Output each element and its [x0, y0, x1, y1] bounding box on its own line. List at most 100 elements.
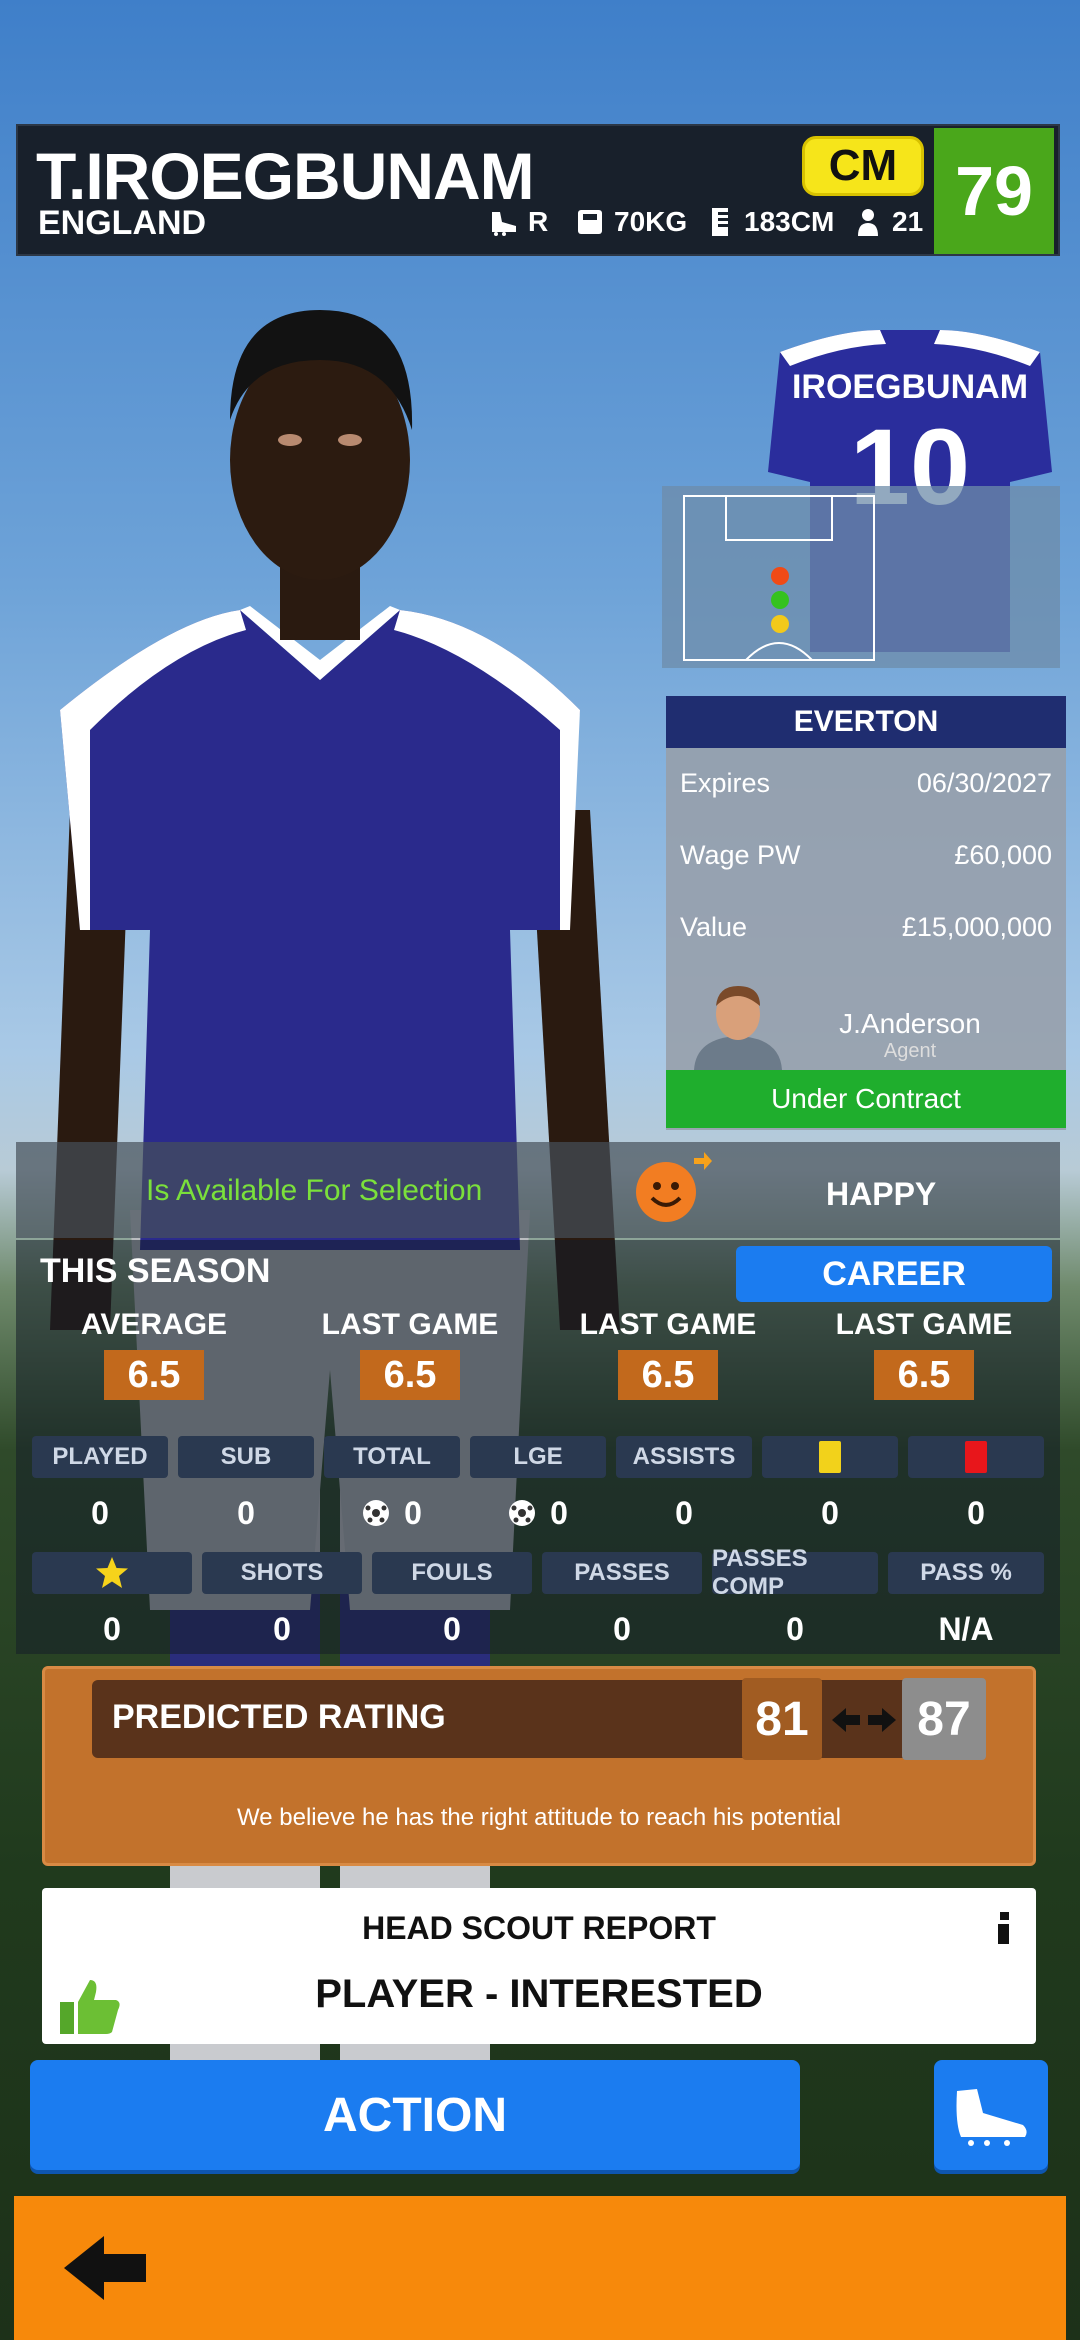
predicted-rating-note: We believe he has the right attitude to … — [237, 1804, 841, 1831]
ball-icon — [363, 1500, 390, 1526]
mood-arrow-icon — [694, 1152, 712, 1170]
assists-cell: ASSISTS 0 — [616, 1436, 752, 1560]
sub-cell: SUB 0 — [178, 1436, 314, 1560]
sub-header: SUB — [178, 1436, 314, 1478]
agent-role: Agent — [883, 1040, 937, 1062]
weight-value: 70KG — [614, 206, 688, 237]
foot-stat: R — [488, 206, 548, 238]
contract-status: Under Contract — [666, 1070, 1066, 1128]
played-header: PLAYED — [32, 1436, 168, 1478]
value-row: Value £15,000,000 — [680, 912, 1052, 943]
passes-value: 0 — [613, 1610, 631, 1647]
lge-header: LGE — [470, 1436, 606, 1478]
predicted-rating-label: PREDICTED RATING — [112, 1698, 446, 1736]
red-cards-cell: 0 — [908, 1436, 1044, 1560]
pass-percent-value: N/A — [938, 1610, 994, 1647]
position-pitch-map — [662, 486, 1060, 668]
predicted-rating-low: 81 — [742, 1678, 822, 1760]
position-dot — [771, 615, 789, 633]
red-cards-value: 0 — [967, 1494, 985, 1531]
expires-row: Expires 06/30/2027 — [680, 768, 1052, 799]
back-arrow-icon[interactable] — [60, 2232, 150, 2304]
expires-label: Expires — [680, 768, 771, 798]
passes-comp-cell: PASSES COMP 0 — [712, 1545, 878, 1676]
sub-value: 0 — [237, 1494, 255, 1531]
motm-cell: 0 — [32, 1552, 192, 1676]
action-button[interactable]: ACTION — [30, 2060, 800, 2170]
shots-cell: SHOTS 0 — [202, 1552, 362, 1676]
shirt-name: IROEGBUNAM — [792, 368, 1028, 406]
smiley-icon — [636, 1162, 696, 1222]
passes-header: PASSES — [542, 1552, 702, 1594]
fouls-cell: FOULS 0 — [372, 1552, 532, 1676]
average-rating: AVERAGE 6.5 — [34, 1308, 274, 1400]
boot-icon — [492, 212, 516, 236]
passes-comp-header: PASSES COMP — [712, 1545, 878, 1600]
red-card-icon — [965, 1441, 987, 1473]
scout-report-title: HEAD SCOUT REPORT — [362, 1910, 716, 1946]
wage-value: £60,000 — [954, 840, 1052, 870]
double-arrow-icon — [832, 1708, 896, 1732]
fouls-header: FOULS — [372, 1552, 532, 1594]
boot-icon — [956, 2089, 1027, 2146]
ruler-icon — [712, 208, 728, 236]
fouls-value: 0 — [443, 1610, 461, 1647]
played-value: 0 — [91, 1494, 109, 1531]
total-value: 0 — [404, 1494, 422, 1531]
yellow-cards-value: 0 — [821, 1494, 839, 1531]
info-icon[interactable] — [996, 1912, 1012, 1944]
overall-rating: 79 — [934, 128, 1054, 254]
assists-value: 0 — [675, 1494, 693, 1531]
player-name: T.IROEGBUNAM — [36, 139, 535, 213]
value-value: £15,000,000 — [901, 912, 1052, 942]
boot-button[interactable] — [934, 2060, 1048, 2170]
thumbs-up-icon — [60, 1980, 120, 2034]
career-button[interactable]: CAREER — [736, 1246, 1052, 1302]
played-cell: PLAYED 0 — [32, 1436, 168, 1560]
passes-cell: PASSES 0 — [542, 1552, 702, 1676]
last-game-label: LAST GAME — [579, 1308, 757, 1341]
person-icon — [858, 209, 878, 236]
last-game-label: LAST GAME — [321, 1308, 499, 1341]
bottom-nav-bar — [14, 2196, 1066, 2340]
agent-name: J.Anderson — [839, 1008, 981, 1039]
mood-text: HAPPY — [826, 1176, 937, 1212]
pass-percent-header: PASS % — [888, 1552, 1044, 1594]
shots-value: 0 — [273, 1610, 291, 1647]
position-dot — [771, 591, 789, 609]
last-game-rating: LAST GAME 6.5 — [548, 1308, 788, 1400]
age-stat: 21 — [852, 206, 923, 238]
foot-value: R — [528, 206, 549, 237]
wage-label: Wage PW — [680, 840, 801, 870]
weight-stat: 70KG — [574, 206, 687, 238]
yellow-cards-cell: 0 — [762, 1436, 898, 1560]
pass-percent-cell: PASS % N/A — [888, 1552, 1044, 1676]
lge-value: 0 — [550, 1494, 568, 1531]
value-label: Value — [680, 912, 748, 942]
total-goals-cell: TOTAL 0 — [324, 1436, 460, 1560]
player-nation: ENGLAND — [38, 204, 207, 242]
ball-icon — [509, 1500, 536, 1526]
last-game-label: LAST GAME — [835, 1308, 1013, 1341]
predicted-rating-high: 87 — [902, 1678, 986, 1760]
yellow-card-icon — [819, 1441, 841, 1473]
age-value: 21 — [892, 206, 924, 237]
average-label: AVERAGE — [80, 1308, 228, 1341]
average-value: 6.5 — [104, 1350, 204, 1400]
agent-avatar[interactable] — [686, 980, 790, 1070]
season-label: THIS SEASON — [40, 1252, 271, 1290]
total-header: TOTAL — [324, 1436, 460, 1478]
shots-header: SHOTS — [202, 1552, 362, 1594]
height-value: 183CM — [744, 206, 835, 237]
scale-icon — [578, 210, 602, 234]
last-game-value: 6.5 — [360, 1350, 460, 1400]
last-game-value: 6.5 — [874, 1350, 974, 1400]
motm-value: 0 — [103, 1610, 121, 1647]
wage-row: Wage PW £60,000 — [680, 840, 1052, 871]
expires-value: 06/30/2027 — [916, 768, 1052, 798]
assists-header: ASSISTS — [616, 1436, 752, 1478]
star-icon — [96, 1557, 128, 1588]
height-stat: 183CM — [704, 206, 834, 238]
availability-text: Is Available For Selection — [146, 1174, 483, 1207]
passes-comp-value: 0 — [786, 1610, 804, 1647]
